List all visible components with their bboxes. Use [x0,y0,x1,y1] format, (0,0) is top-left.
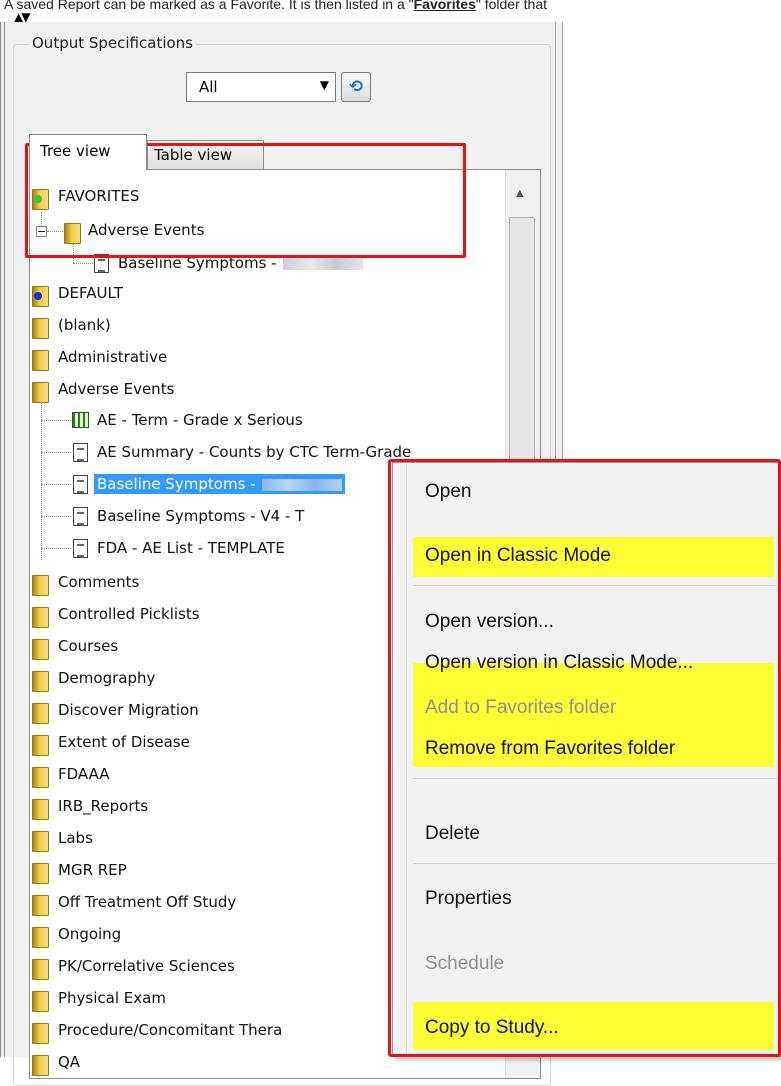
folder-icon [32,1052,49,1076]
green-dot-icon [34,195,42,203]
report-icon [73,443,88,462]
folder-icon [32,572,49,596]
crosstab-report-icon [72,412,89,428]
folder-icon [32,764,49,788]
folder-icon [32,732,49,756]
favorites-link[interactable]: Favorites [414,0,476,12]
folder-icon [32,283,49,307]
folder-icon [32,668,49,692]
filter-dropdown[interactable]: All ▼ [186,72,336,102]
folder-icon [32,956,49,980]
folder-icon [32,347,49,371]
folder-icon [32,988,49,1012]
report-icon [73,539,88,558]
folder-icon [32,700,49,724]
folder-icon [32,379,49,403]
redacted-text [261,478,342,491]
folder-icon [32,315,49,339]
filter-value: All [199,78,218,96]
refresh-icon: ⟲ [348,77,364,97]
report-icon [73,507,88,526]
folder-icon [32,892,49,916]
chevron-down-icon: ▼ [319,78,329,92]
refresh-button[interactable]: ⟲ [341,72,371,102]
folder-icon [32,604,49,628]
blue-dot-icon [34,292,42,300]
tab-tree-view[interactable]: Tree view [29,134,147,170]
folder-icon [32,1020,49,1044]
report-icon [73,475,88,494]
folder-icon [32,796,49,820]
folder-icon [32,924,49,948]
group-title: Output Specifications [29,34,196,52]
folder-icon [32,860,49,884]
redacted-text [282,257,363,270]
scroll-up-icon[interactable]: ▲ [516,188,524,199]
folder-icon [32,636,49,660]
context-menu-annotation-box [388,459,781,1057]
folder-icon [32,828,49,852]
caption-text: A saved Report can be marked as a Favori… [4,0,547,12]
